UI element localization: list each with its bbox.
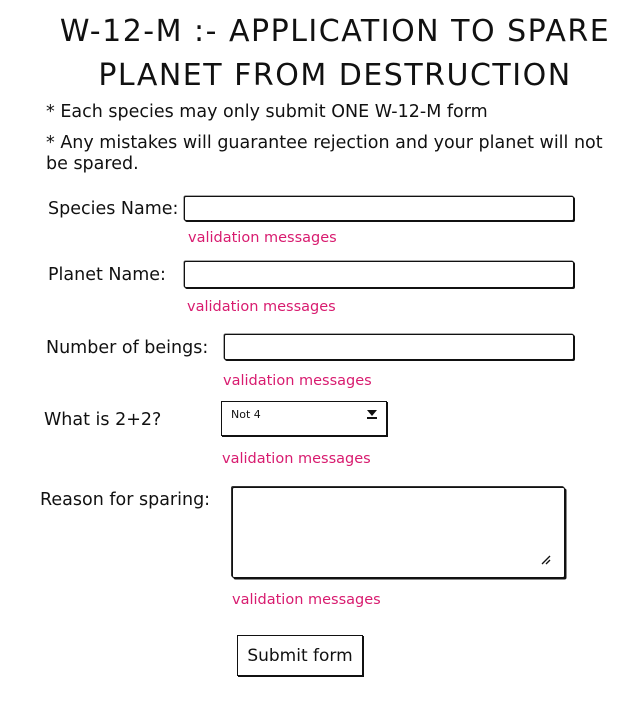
species-name-validation: validation messages <box>188 230 337 246</box>
page-title: W-12-M :- APPLICATION TO SPARE PLANET FR… <box>40 10 630 98</box>
species-name-input[interactable] <box>184 196 574 221</box>
number-of-beings-input[interactable] <box>224 334 574 360</box>
rule-mistakes-rejection: * Any mistakes will guarantee rejection … <box>46 133 603 174</box>
species-name-label: Species Name: <box>48 199 179 219</box>
planet-name-label: Planet Name: <box>48 265 166 285</box>
math-question-label: What is 2+2? <box>44 410 162 430</box>
submit-form-button[interactable]: Submit form <box>237 635 363 676</box>
resize-grip-icon[interactable] <box>541 555 551 565</box>
title-line-1: W-12-M :- APPLICATION TO SPARE <box>59 14 611 49</box>
reason-for-sparing-validation: validation messages <box>232 592 381 608</box>
planet-name-input[interactable] <box>184 261 574 288</box>
number-of-beings-label: Number of beings: <box>46 338 209 358</box>
number-of-beings-validation: validation messages <box>223 373 372 389</box>
math-answer-validation: validation messages <box>222 451 371 467</box>
math-answer-select[interactable]: Not 4 <box>221 401 387 436</box>
rule-one-submission: * Each species may only submit ONE W-12-… <box>46 102 488 122</box>
reason-for-sparing-textarea[interactable] <box>232 487 565 578</box>
reason-for-sparing-label: Reason for sparing: <box>40 490 211 510</box>
planet-name-validation: validation messages <box>187 299 336 315</box>
math-answer-selected-value: Not 4 <box>231 408 261 421</box>
title-line-2: PLANET FROM DESTRUCTION <box>98 58 572 93</box>
